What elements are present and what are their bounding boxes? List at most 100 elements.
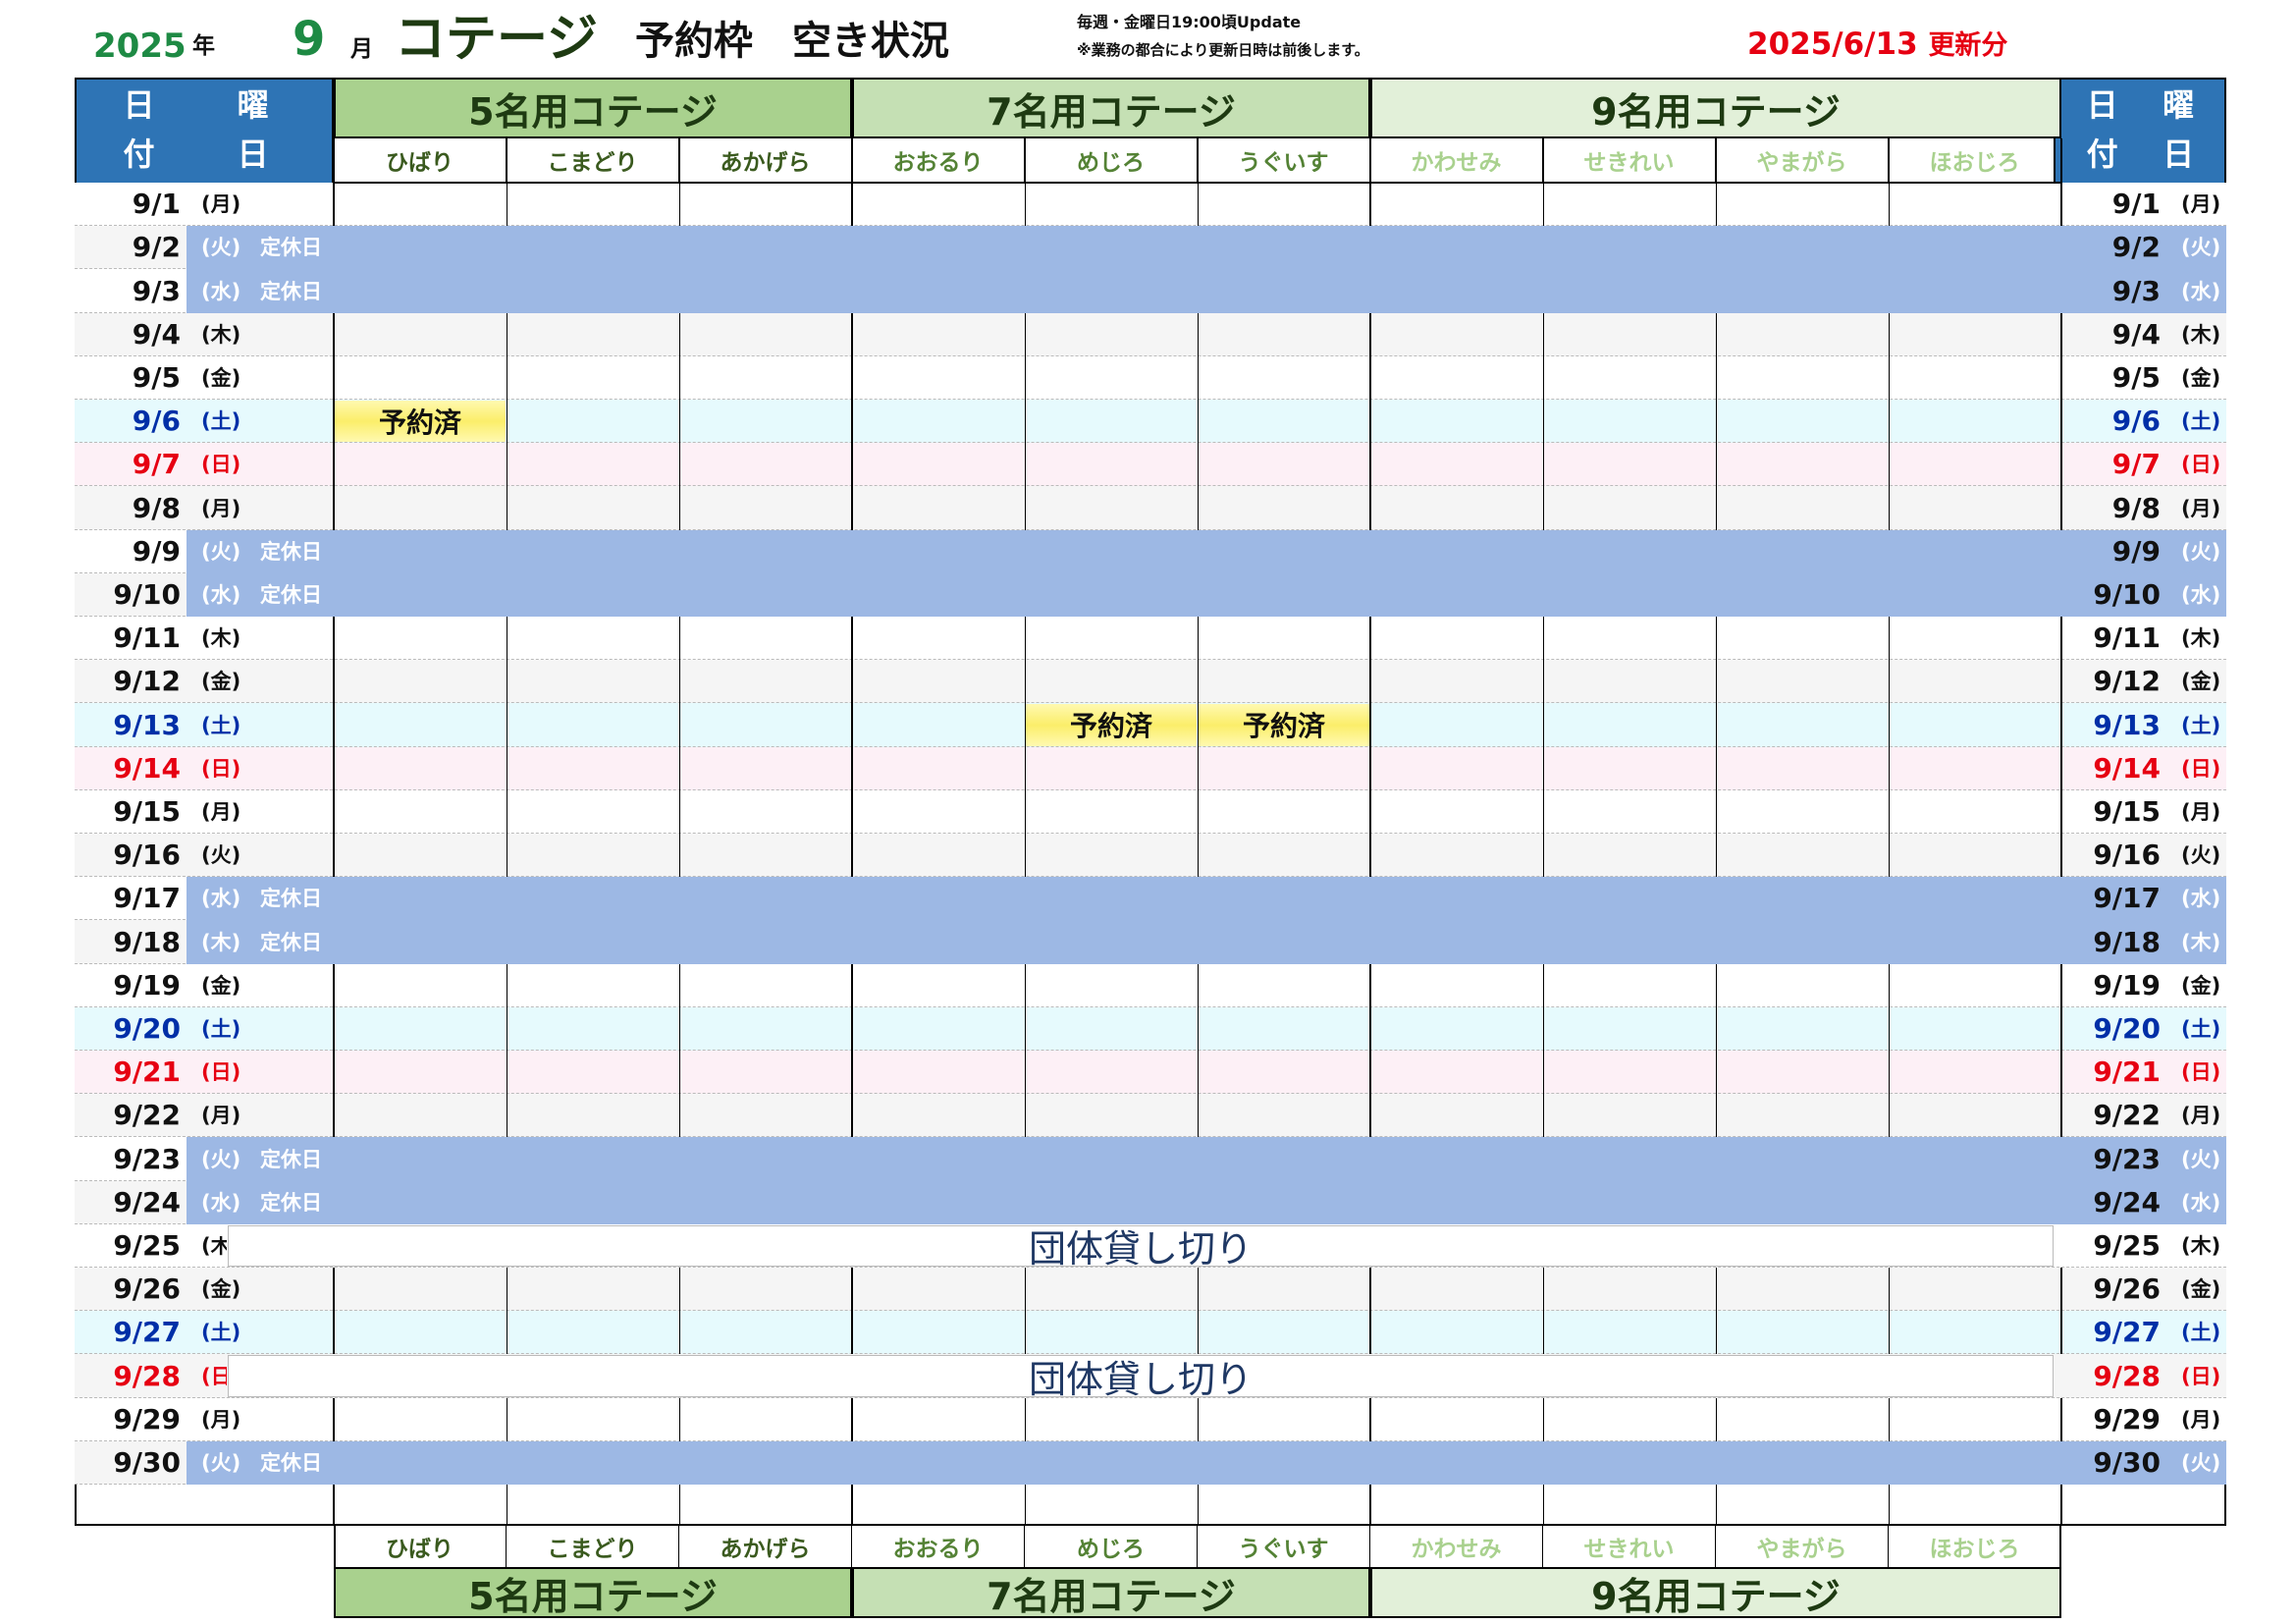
booked-cell: 予約済 [1199,704,1369,746]
row-date: 9/19 [113,968,181,1001]
row-date-right: 9/8 [2111,491,2161,524]
row-date-right: 9/30 [2093,1445,2161,1479]
row-weekday-right: (火) [2181,236,2221,260]
row-date-right: 9/27 [2093,1316,2161,1349]
row-weekday: (水) [201,279,241,303]
row-date: 9/26 [113,1272,181,1306]
row-weekday: (月) [201,192,241,217]
closed-band [187,529,2171,573]
column-divider [2060,617,2062,878]
row-weekday: (火) [201,1147,241,1171]
row-weekday: (水) [201,1190,241,1215]
month-unit: 月 [350,36,373,62]
closed-label: 定休日 [260,1190,322,1215]
column-divider [333,1485,335,1526]
row-date: 9/20 [113,1011,181,1045]
table-row [75,1006,2226,1051]
closed-band [187,572,2171,617]
table-row [75,1051,2226,1095]
column-divider [1025,963,1026,1138]
table-row [75,443,2226,487]
column-divider [1543,1485,1544,1526]
row-weekday: (火) [201,1450,241,1475]
row-weekday-right: (日) [2181,756,2221,781]
row-weekday-right: (火) [2181,1147,2221,1171]
row-weekday-right: (火) [2181,843,2221,868]
column-divider [679,963,680,1138]
table-row [75,486,2226,530]
row-date-right: 9/10 [2093,577,2161,611]
column-divider [1889,617,1890,878]
row-date-right: 9/2 [2111,231,2161,264]
row-date-right: 9/17 [2093,882,2161,915]
column-divider [1025,617,1026,878]
row-weekday-right: (水) [2181,1190,2221,1215]
row-weekday-right: (金) [2181,973,2221,998]
row-date: 9/28 [113,1359,181,1392]
column-divider [851,617,853,878]
row-date-right: 9/25 [2093,1228,2161,1262]
updated-date-value: 2025/6/13 [1747,27,1918,62]
row-weekday: (金) [201,365,241,390]
row-weekday: (金) [201,1277,241,1302]
group-charter-band: 団体貸し切り [228,1224,2054,1271]
row-weekday-right: (月) [2181,1407,2221,1432]
row-date-right: 9/15 [2093,794,2161,828]
row-date: 9/12 [113,665,181,698]
row-weekday: (日) [201,453,241,477]
column-divider [1198,963,1199,1138]
column-divider [679,1485,680,1526]
row-date: 9/27 [113,1316,181,1349]
table-row [75,834,2226,878]
row-date-right: 9/6 [2111,405,2161,438]
closed-band [187,1180,2171,1224]
row-weekday: (火) [201,236,241,260]
row-date: 9/14 [113,751,181,785]
row-date: 9/23 [113,1142,181,1175]
row-date-right: 9/13 [2093,708,2161,741]
row-weekday-right: (木) [2181,322,2221,347]
row-weekday-right: (月) [2181,496,2221,520]
row-date: 9/5 [132,360,181,394]
column-divider [1889,1397,1890,1441]
row-weekday: (月) [201,1407,241,1432]
row-weekday: (土) [201,713,241,737]
column-divider [1543,617,1544,878]
row-date: 9/13 [113,708,181,741]
column-divider [333,617,335,878]
closed-label: 定休日 [260,582,322,607]
row-date: 9/18 [113,925,181,958]
table-row [75,963,2226,1007]
row-weekday-right: (木) [2181,930,2221,954]
row-date: 9/11 [113,622,181,655]
row-weekday: (金) [201,670,241,694]
row-date-right: 9/5 [2111,360,2161,394]
page-title: コテージ [395,10,598,69]
column-divider [1369,1397,1371,1441]
column-divider [1543,963,1544,1138]
closed-band [187,920,2171,964]
row-date-right: 9/7 [2111,448,2161,481]
row-date-right: 9/4 [2111,317,2161,351]
column-divider [1369,617,1371,878]
row-date: 9/10 [113,577,181,611]
row-weekday: (日) [201,1060,241,1085]
row-date-right: 9/1 [2111,188,2161,221]
row-date: 9/1 [132,188,181,221]
column-divider [1716,1397,1717,1441]
row-weekday: (木) [201,1235,227,1257]
row-weekday-right: (土) [2181,1016,2221,1041]
row-date: 9/9 [132,534,181,568]
closed-label: 定休日 [260,1450,322,1475]
closed-label: 定休日 [260,930,322,954]
row-date: 9/25 [113,1228,181,1262]
row-date: 9/17 [113,882,181,915]
row-date-right: 9/14 [2093,751,2161,785]
column-divider [2060,963,2062,1138]
page-subtitle: 予約枠 空き状況 [635,19,949,64]
row-date: 9/16 [113,839,181,872]
row-date-right: 9/21 [2093,1056,2161,1089]
column-divider [1369,1485,1371,1526]
table-row [75,1397,2226,1441]
row-date-right: 9/3 [2111,274,2161,307]
